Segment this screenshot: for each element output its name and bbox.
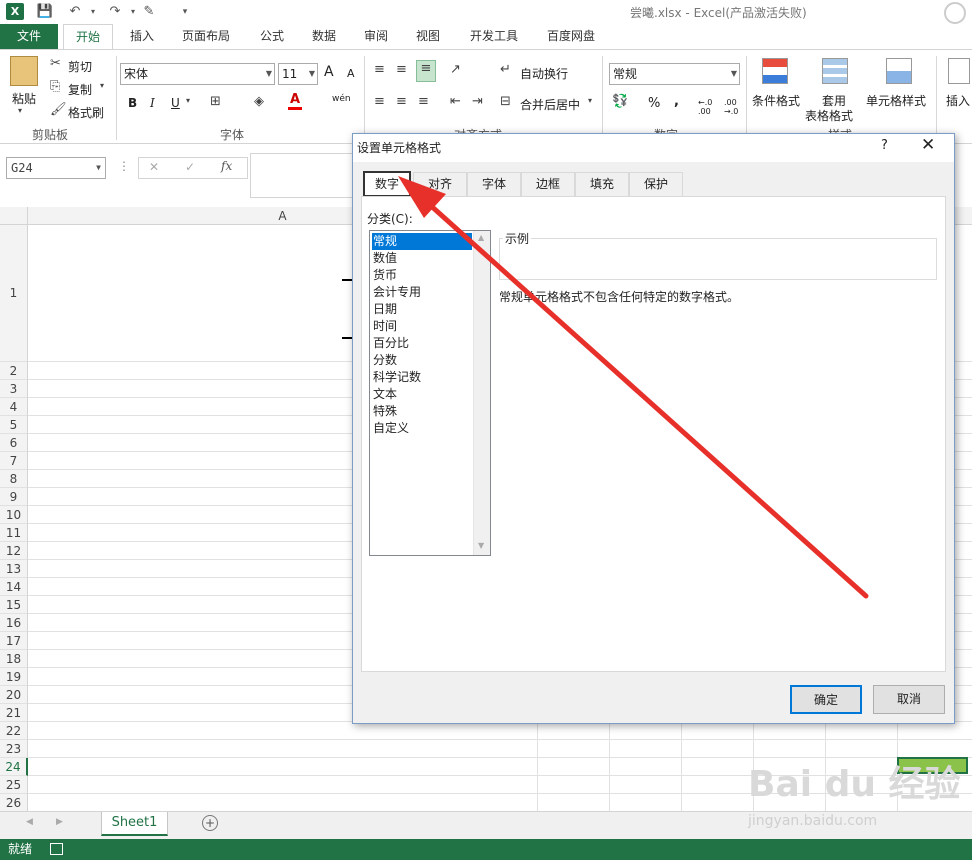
- baidu-watermark: Bai du 经验 jingyan.baidu.com: [748, 755, 961, 835]
- watermark-url: jingyan.baidu.com: [748, 813, 878, 829]
- annotation-arrow: [398, 176, 869, 599]
- watermark-brand: Bai du 经验: [748, 764, 961, 805]
- arrow-shaft: [417, 193, 869, 599]
